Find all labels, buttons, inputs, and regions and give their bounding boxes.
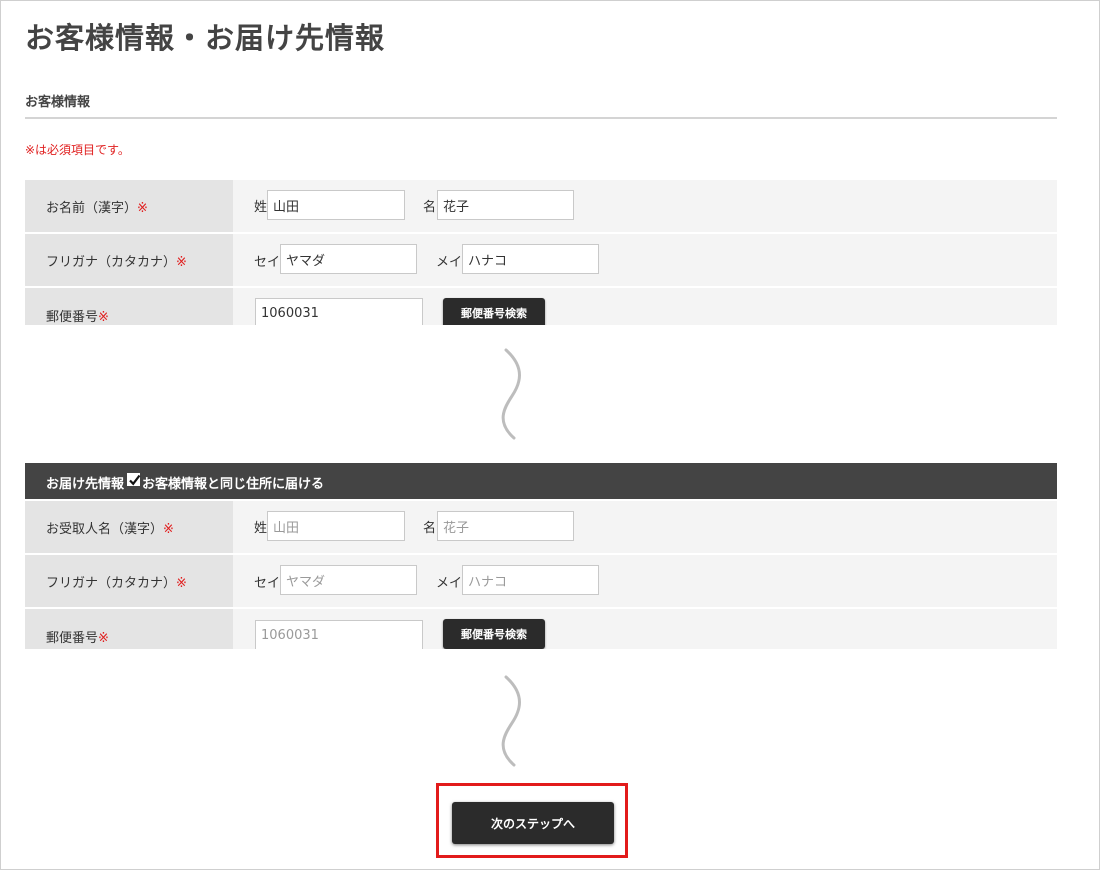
next-step-button[interactable]: 次のステップへ [452,802,614,844]
delivery-postal-input[interactable] [255,620,423,649]
delivery-section-header: お届け先情報 お客様情報と同じ住所に届ける [25,463,1057,499]
delivery-name-label: お受取人名（漢字）※ [46,522,174,537]
label-cell: フリガナ（カタカナ）※ [25,555,233,607]
same-address-label[interactable]: お客様情報と同じ住所に届ける [142,473,324,492]
delivery-postal-search-button[interactable]: 郵便番号検索 [443,619,545,649]
first-kana-prefix: メイ [436,576,463,591]
required-mark: ※ [176,576,187,591]
customer-first-name-input[interactable] [437,190,574,220]
customer-name-label: お名前（漢字）※ [46,201,148,216]
required-mark: ※ [98,631,109,646]
label-cell: 郵便番号※ [25,609,233,649]
delivery-name-row: お受取人名（漢字）※ 姓 名 [25,501,1057,553]
delivery-postal-label: 郵便番号※ [46,631,109,646]
page-title: お客様情報・お届け先情報 [25,21,386,55]
omission-wave-icon [501,675,521,767]
label-cell: 郵便番号※ [25,288,233,325]
delivery-section-title: お届け先情報 [46,477,125,492]
delivery-first-kana-input[interactable] [462,565,599,595]
customer-kana-label: フリガナ（カタカナ）※ [46,255,187,270]
last-kana-prefix: セイ [254,255,281,270]
first-name-prefix: 名 [423,200,437,215]
last-name-prefix: 姓 [254,521,268,536]
omission-wave-icon [501,348,521,440]
page-frame: お客様情報・お届け先情報 お客様情報 ※は必須項目です。 お名前（漢字）※ 姓 … [0,0,1100,870]
customer-postal-input[interactable] [255,298,423,325]
customer-postal-search-button[interactable]: 郵便番号検索 [443,298,545,325]
delivery-postal-row: 郵便番号※ 郵便番号検索 [25,609,1057,649]
delivery-kana-row: フリガナ（カタカナ）※ セイ メイ [25,555,1057,607]
required-mark: ※ [137,201,148,216]
required-mark: ※ [176,255,187,270]
customer-kana-row: フリガナ（カタカナ）※ セイ メイ [25,234,1057,286]
customer-last-kana-input[interactable] [280,244,417,274]
section-divider [25,117,1057,119]
customer-postal-label: 郵便番号※ [46,310,109,325]
required-note: ※は必須項目です。 [25,143,130,157]
first-kana-prefix: メイ [436,255,463,270]
last-kana-prefix: セイ [254,576,281,591]
label-cell: お受取人名（漢字）※ [25,501,233,553]
first-name-prefix: 名 [423,521,437,536]
customer-first-kana-input[interactable] [462,244,599,274]
label-cell: お名前（漢字）※ [25,180,233,232]
customer-name-row: お名前（漢字）※ 姓 名 [25,180,1057,232]
customer-last-name-input[interactable] [267,190,405,220]
same-address-checkbox[interactable] [127,473,141,486]
required-mark: ※ [98,310,109,325]
customer-form-table: お名前（漢字）※ 姓 名 フリガナ（カタカナ）※ セイ メイ 郵便番号※ 郵便番… [25,180,1057,325]
customer-postal-row: 郵便番号※ 郵便番号検索 [25,288,1057,325]
delivery-last-name-input[interactable] [267,511,405,541]
checkmark-icon [129,474,141,486]
delivery-form-table: お受取人名（漢字）※ 姓 名 フリガナ（カタカナ）※ セイ メイ 郵便番号※ 郵… [25,501,1057,649]
last-name-prefix: 姓 [254,200,268,215]
delivery-kana-label: フリガナ（カタカナ）※ [46,576,187,591]
label-cell: フリガナ（カタカナ）※ [25,234,233,286]
delivery-first-name-input[interactable] [437,511,574,541]
delivery-last-kana-input[interactable] [280,565,417,595]
customer-section-title: お客様情報 [25,95,91,110]
required-mark: ※ [163,522,174,537]
